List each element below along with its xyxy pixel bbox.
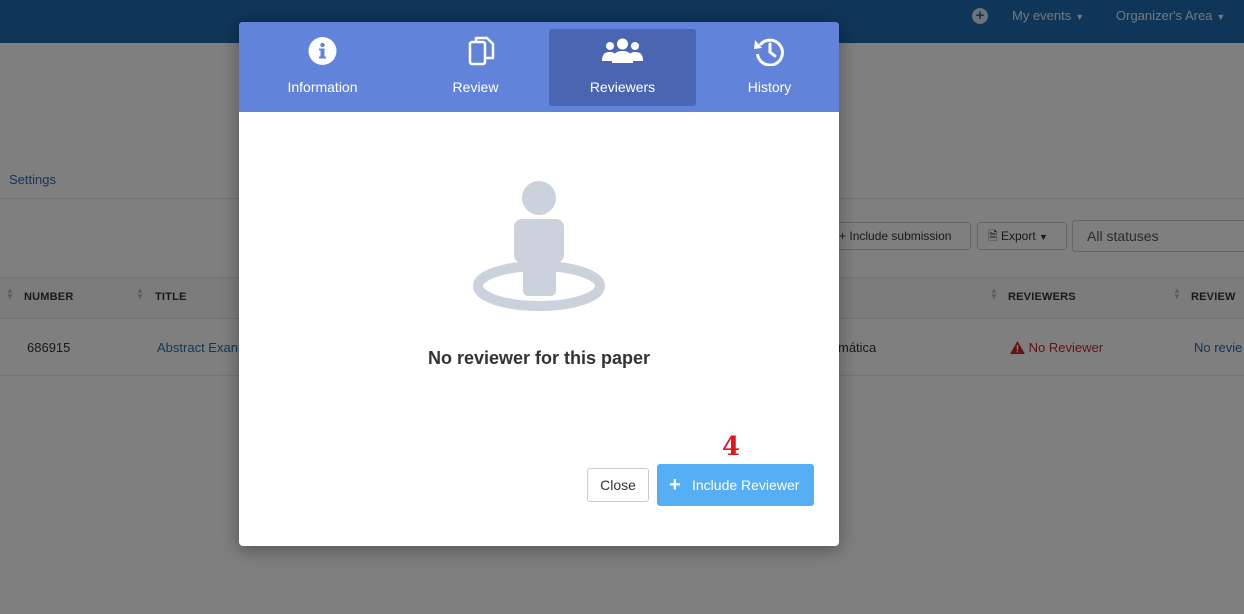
- tab-review[interactable]: Review: [402, 29, 549, 106]
- step-marker: 4: [722, 432, 741, 462]
- reviewers-modal: Information Review Reviewers History No …: [239, 22, 839, 546]
- copy-icon: [468, 36, 495, 66]
- empty-person-icon: [473, 181, 605, 311]
- history-icon: [754, 38, 784, 66]
- plus-icon: +: [669, 474, 681, 496]
- tab-information[interactable]: Information: [249, 29, 396, 106]
- users-icon: [602, 38, 643, 63]
- include-reviewer-button[interactable]: + Include Reviewer: [657, 464, 814, 506]
- tab-information-label: Information: [287, 79, 358, 95]
- info-circle-icon: [308, 37, 337, 65]
- include-reviewer-label: Include Reviewer: [692, 477, 800, 493]
- modal-tab-bar: Information Review Reviewers History: [239, 22, 839, 112]
- tab-reviewers-label: Reviewers: [589, 79, 656, 95]
- tab-review-label: Review: [452, 79, 499, 95]
- tab-reviewers[interactable]: Reviewers: [549, 29, 696, 106]
- tab-history[interactable]: History: [696, 29, 839, 106]
- close-button[interactable]: Close: [587, 468, 649, 502]
- tab-history-label: History: [747, 79, 792, 95]
- empty-state-message: No reviewer for this paper: [427, 348, 651, 368]
